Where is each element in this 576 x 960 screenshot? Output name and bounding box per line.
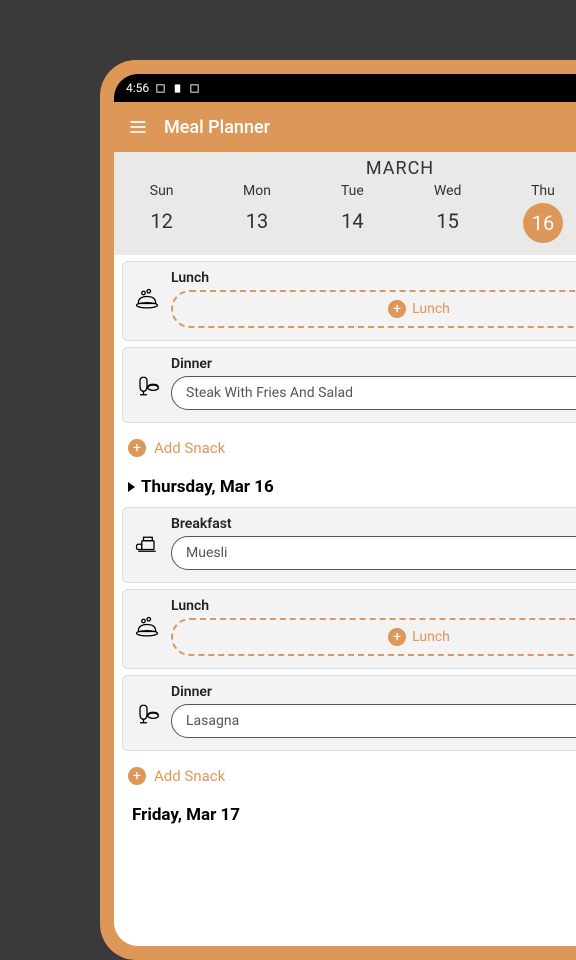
app-bar: Meal Planner (114, 102, 576, 152)
meal-card-lunch: Lunch + Lunch (122, 589, 576, 669)
status-icon (189, 83, 200, 94)
calendar-header: MARCH Sun 12 Mon 13 Tue 14 Wed 15 (114, 152, 576, 255)
meal-type-label: Lunch (171, 270, 576, 286)
status-icon (155, 83, 166, 94)
meal-card-breakfast: Breakfast Muesli (122, 507, 576, 583)
day-number: 16 (523, 203, 563, 243)
day-header[interactable]: Friday, Mar 17 (114, 795, 576, 829)
meal-type-label: Dinner (171, 356, 576, 372)
add-snack-label: Add Snack (154, 439, 225, 457)
day-number: 15 (400, 209, 495, 233)
plus-icon: + (128, 439, 146, 457)
add-snack-button[interactable]: + Add Snack (114, 757, 576, 795)
add-meal-button[interactable]: + Lunch (171, 618, 576, 656)
day-name: Mon (209, 183, 304, 199)
calendar-day[interactable]: Wed 15 (400, 183, 495, 243)
meal-type-label: Lunch (171, 598, 576, 614)
day-number: 12 (114, 209, 209, 233)
day-number: 14 (305, 209, 400, 233)
calendar-day-selected[interactable]: Thu 16 (495, 183, 576, 243)
meal-value[interactable]: Steak With Fries And Salad (171, 376, 576, 410)
plus-icon: + (388, 628, 406, 646)
menu-icon[interactable] (128, 117, 148, 137)
lunch-icon (133, 286, 161, 314)
meal-value[interactable]: Lasagna (171, 704, 576, 738)
status-time: 4:56 (126, 81, 149, 95)
plus-icon: + (388, 300, 406, 318)
meal-type-label: Breakfast (171, 516, 576, 532)
day-number: 13 (209, 209, 304, 233)
calendar-week: Sun 12 Mon 13 Tue 14 Wed 15 Thu 16 (114, 179, 576, 243)
add-meal-label: Lunch (412, 301, 450, 317)
day-name: Wed (400, 183, 495, 199)
dinner-icon (133, 372, 161, 400)
add-snack-label: Add Snack (154, 767, 225, 785)
status-icon (172, 83, 183, 94)
calendar-day[interactable]: Tue 14 (305, 183, 400, 243)
day-header-label: Friday, Mar 17 (132, 805, 240, 825)
status-bar: 4:56 (114, 74, 576, 102)
lunch-icon (133, 614, 161, 642)
meal-card-dinner: Dinner Lasagna (122, 675, 576, 751)
plus-icon: + (128, 767, 146, 785)
meal-card-dinner: Dinner Steak With Fries And Salad (122, 347, 576, 423)
meal-value[interactable]: Muesli (171, 536, 576, 570)
calendar-month: MARCH (114, 158, 576, 179)
day-header[interactable]: Thursday, Mar 16 (114, 467, 576, 501)
breakfast-icon (133, 532, 161, 560)
dinner-icon (133, 700, 161, 728)
day-name: Tue (305, 183, 400, 199)
meal-type-label: Dinner (171, 684, 576, 700)
add-meal-label: Lunch (412, 629, 450, 645)
day-name: Thu (495, 183, 576, 199)
chevron-right-icon (128, 482, 135, 492)
calendar-day[interactable]: Sun 12 (114, 183, 209, 243)
app-title: Meal Planner (164, 117, 270, 138)
meal-card-lunch: Lunch + Lunch (122, 261, 576, 341)
add-snack-button[interactable]: + Add Snack (114, 429, 576, 467)
content-scroll[interactable]: Lunch + Lunch Dinner Steak With Fries An… (114, 261, 576, 839)
day-name: Sun (114, 183, 209, 199)
day-header-label: Thursday, Mar 16 (141, 477, 274, 497)
calendar-day[interactable]: Mon 13 (209, 183, 304, 243)
add-meal-button[interactable]: + Lunch (171, 290, 576, 328)
